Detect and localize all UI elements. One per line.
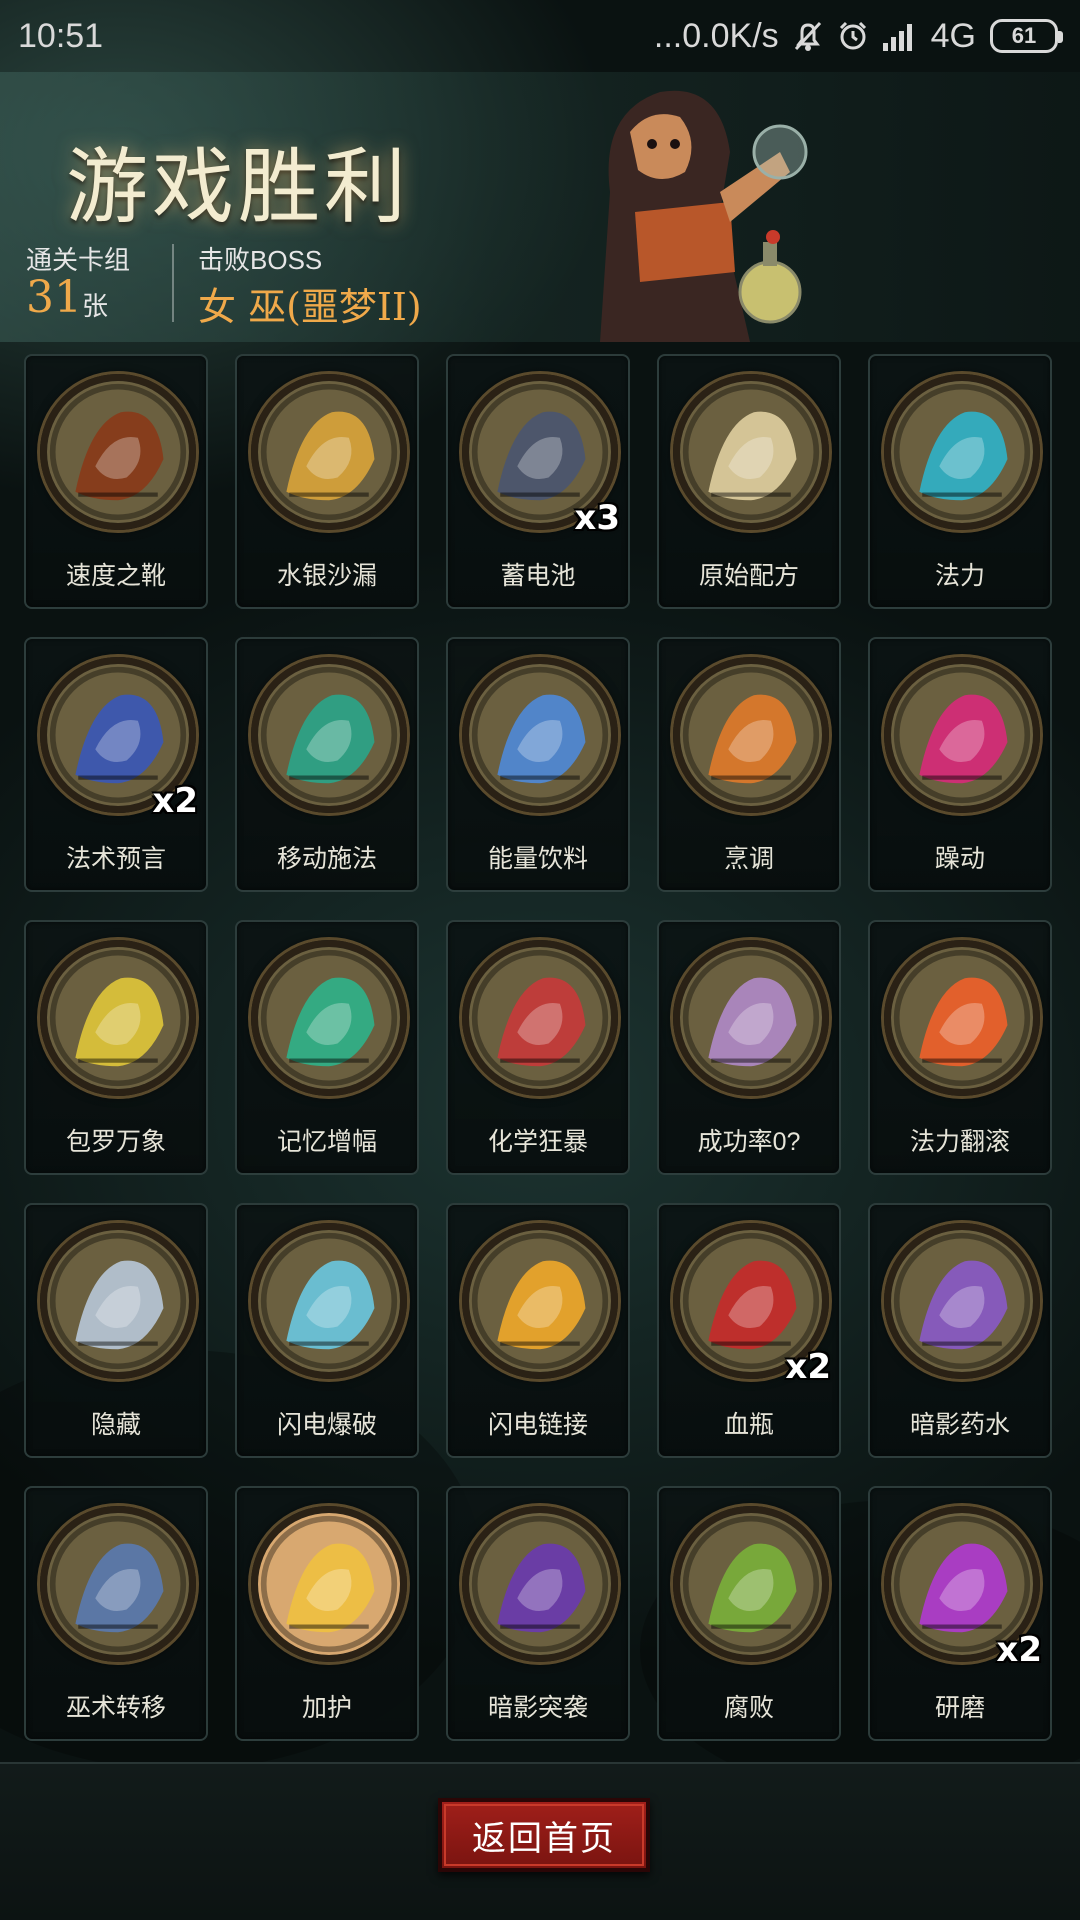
mana-orb-icon: [884, 374, 1040, 530]
reaper-potion-icon: [884, 1223, 1040, 1379]
cage-icon: [673, 940, 829, 1096]
boss-label: 击败BOSS: [198, 245, 323, 275]
network-type: 4G: [930, 16, 976, 55]
deck-card[interactable]: 加护: [235, 1486, 419, 1741]
card-label: 血瓶: [723, 1411, 774, 1439]
deck-card[interactable]: x3 蓄电池: [446, 354, 630, 609]
scroll-icon: [673, 374, 829, 530]
deck-card[interactable]: x2 法术预言: [24, 637, 208, 892]
status-indicators: ...0.0K/s 4G 61: [653, 16, 1063, 56]
card-label: 暗影突袭: [487, 1694, 588, 1722]
alarm-icon: [837, 20, 869, 52]
card-label: 躁动: [934, 845, 985, 873]
deck-card[interactable]: x2 血瓶: [657, 1203, 841, 1458]
boot-icon: [40, 374, 196, 530]
deck-card[interactable]: x2 研磨: [868, 1486, 1052, 1741]
deck-card[interactable]: 腐败: [657, 1486, 841, 1741]
deck-card[interactable]: 原始配方: [657, 354, 841, 609]
cards-icon: [40, 940, 196, 1096]
card-label: 隐藏: [90, 1411, 141, 1439]
card-label: 移动施法: [276, 845, 377, 873]
deck-unit: 张: [82, 291, 109, 321]
card-label: 记忆增幅: [276, 1128, 377, 1156]
status-bar: 10:51 ...0.0K/s 4G 61: [0, 0, 1080, 72]
deck-card[interactable]: 闪电链接: [446, 1203, 630, 1458]
boss-name: 女 巫(噩梦II): [198, 285, 422, 329]
frenzy-icon: [884, 657, 1040, 813]
victory-screen: 10:51 ...0.0K/s 4G 61 游戏胜利 通关卡组 31 张 击败B…: [0, 0, 1080, 1920]
card-label: 研磨: [934, 1694, 985, 1722]
card-count-badge: x2: [996, 1630, 1042, 1670]
deck-card[interactable]: 闪电爆破: [235, 1203, 419, 1458]
card-label: 加护: [301, 1694, 352, 1722]
shield-orb-icon: [251, 1506, 407, 1662]
card-label: 闪电链接: [487, 1411, 588, 1439]
deck-card[interactable]: 法力翻滚: [868, 920, 1052, 1175]
deck-card-grid: 速度之靴 水银沙漏 x3 蓄电池 原始配方 法力 x2 法术预言 移动施法 能量饮料 烹调 躁动包罗万…: [24, 354, 1056, 1741]
wizard-icon: [251, 657, 407, 813]
deck-card[interactable]: 躁动: [868, 637, 1052, 892]
mute-bell-icon: [793, 20, 823, 52]
card-count-badge: x2: [785, 1347, 831, 1387]
deck-card[interactable]: 水银沙漏: [235, 354, 419, 609]
return-home-button[interactable]: 返回首页: [438, 1798, 650, 1872]
card-label: 能量饮料: [487, 845, 588, 873]
card-count-badge: x3: [574, 498, 620, 538]
card-label: 化学狂暴: [487, 1128, 588, 1156]
reaper-icon: [462, 1506, 618, 1662]
card-label: 原始配方: [698, 562, 799, 590]
old-wizard-icon: [40, 1506, 196, 1662]
deck-card[interactable]: 成功率0?: [657, 920, 841, 1175]
return-home-label: 返回首页: [472, 1819, 616, 1858]
energy-drink-icon: [462, 657, 618, 813]
battery-icon: 61: [990, 19, 1063, 53]
card-label: 法术预言: [65, 845, 166, 873]
lightning-blast-icon: [251, 1223, 407, 1379]
fire-bowl-icon: [884, 940, 1040, 1096]
card-label: 烹调: [723, 845, 774, 873]
deck-card[interactable]: 暗影突袭: [446, 1486, 630, 1741]
card-label: 包罗万象: [65, 1128, 166, 1156]
network-speed: ...0.0K/s: [653, 16, 779, 55]
deck-count: 31: [26, 272, 82, 323]
deck-card[interactable]: 包罗万象: [24, 920, 208, 1175]
card-count-badge: x2: [152, 781, 198, 821]
deck-card[interactable]: 隐藏: [24, 1203, 208, 1458]
card-label: 闪电爆破: [276, 1411, 377, 1439]
card-label: 暗影药水: [909, 1411, 1010, 1439]
card-label: 巫术转移: [65, 1694, 166, 1722]
deck-card[interactable]: 化学狂暴: [446, 920, 630, 1175]
deck-card[interactable]: 移动施法: [235, 637, 419, 892]
witch-boss-illustration: [600, 90, 808, 342]
door-icon: [40, 1223, 196, 1379]
card-label: 成功率0?: [697, 1128, 801, 1156]
fox-chef-icon: [673, 657, 829, 813]
deck-card[interactable]: 暗影药水: [868, 1203, 1052, 1458]
skull-icon: [673, 1506, 829, 1662]
deck-card[interactable]: 速度之靴: [24, 354, 208, 609]
deck-card[interactable]: 记忆增幅: [235, 920, 419, 1175]
card-label: 腐败: [723, 1694, 774, 1722]
deck-card[interactable]: 烹调: [657, 637, 841, 892]
result-header: 游戏胜利 通关卡组 31 张 击败BOSS 女 巫(噩梦II): [0, 72, 1080, 342]
stat-divider: [172, 244, 174, 322]
signal-icon: [882, 21, 917, 51]
card-label: 法力: [934, 562, 985, 590]
deck-card[interactable]: 巫术转移: [24, 1486, 208, 1741]
card-label: 水银沙漏: [276, 562, 377, 590]
card-label: 蓄电池: [500, 562, 576, 590]
status-time: 10:51: [18, 16, 104, 55]
brain-icon: [251, 940, 407, 1096]
lightning-chain-icon: [462, 1223, 618, 1379]
deck-card[interactable]: 法力: [868, 354, 1052, 609]
battery-level: 61: [1011, 23, 1037, 48]
berserker-icon: [462, 940, 618, 1096]
hourglass-icon: [251, 374, 407, 530]
deck-card[interactable]: 能量饮料: [446, 637, 630, 892]
card-label: 法力翻滚: [909, 1128, 1010, 1156]
card-label: 速度之靴: [65, 562, 166, 590]
page-title: 游戏胜利: [66, 140, 411, 235]
